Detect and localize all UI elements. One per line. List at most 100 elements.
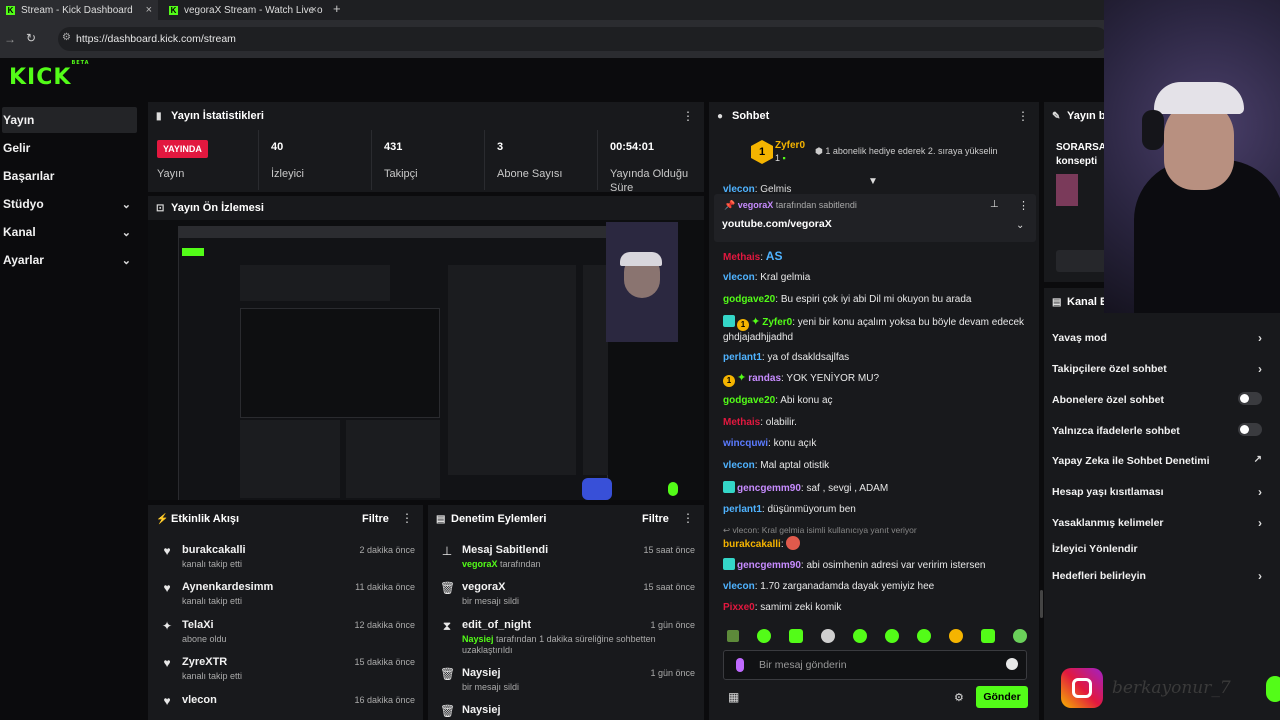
moderation-item[interactable]: 🗑 Naysiej <box>440 704 695 718</box>
chat-username[interactable]: godgave20 <box>723 294 775 305</box>
emote-icon[interactable] <box>789 629 803 643</box>
more-menu-icon[interactable]: ⋮ <box>1017 109 1029 123</box>
setting-emote-only[interactable]: Yalnızca ifadelerle sohbet <box>1052 423 1262 437</box>
chat-message[interactable]: gencgemm90: abi osimhenin adresi var ver… <box>723 558 1033 572</box>
setting-banned-words[interactable]: Yasaklanmış kelimeler › <box>1052 516 1262 530</box>
sidebar-item-basarilar[interactable]: Başarılar <box>2 163 137 189</box>
chat-username[interactable]: randas <box>748 373 781 384</box>
more-menu-icon[interactable]: ⋮ <box>401 511 413 525</box>
chat-username[interactable]: vlecon <box>723 581 755 592</box>
setting-raid[interactable]: İzleyici Yönlendir <box>1052 543 1262 555</box>
browser-tab-dashboard[interactable]: K Stream - Kick Dashboard × <box>0 0 158 20</box>
sidebar-item-ayarlar[interactable]: Ayarlar ⌄ <box>2 247 137 273</box>
sidebar-item-yayin[interactable]: Yayın <box>2 107 137 133</box>
sidebar-item-kanal[interactable]: Kanal ⌄ <box>2 219 137 245</box>
gift-icon[interactable]: ▦ <box>728 690 739 704</box>
browser-tab-stream[interactable]: K vegoraX Stream - Watch Live o × <box>163 0 323 20</box>
setting-slow-mode[interactable]: Yavaş mod › <box>1052 331 1262 345</box>
filter-button[interactable]: Filtre <box>362 513 389 525</box>
new-tab-button[interactable]: + <box>333 1 341 16</box>
top-gifter-name[interactable]: Zyfer0 <box>775 140 805 151</box>
gift-promo[interactable]: ⬢ 1 abonelik hediye ederek 2. sıraya yük… <box>815 146 997 157</box>
chat-message[interactable]: Methais: AS <box>723 250 1033 264</box>
more-menu-icon[interactable]: ⋮ <box>1018 199 1029 212</box>
chat-username[interactable]: gencgemm90 <box>737 560 801 571</box>
emote-icon[interactable] <box>1013 629 1027 643</box>
moderation-item[interactable]: ⊥ Mesaj Sabitlendi vegoraX tarafından 15… <box>440 544 695 572</box>
moderation-item[interactable]: 🗑 vegoraX bir mesajı sildi 15 saat önce <box>440 581 695 609</box>
reload-icon[interactable]: ↻ <box>26 31 36 45</box>
chat-username[interactable]: Methais <box>723 417 760 428</box>
chat-username[interactable]: wincquwi <box>723 438 768 449</box>
more-menu-icon[interactable]: ⋮ <box>682 511 694 525</box>
chat-message[interactable]: vlecon: Kral gelmia <box>723 271 1033 284</box>
chat-username[interactable]: Methais <box>723 252 760 263</box>
stream-preview-video[interactable] <box>148 220 704 500</box>
chat-message[interactable]: wincquwi: konu açık <box>723 437 1033 450</box>
chat-username[interactable]: perlant1 <box>723 504 762 515</box>
collapse-icon[interactable]: ▼ <box>868 176 878 187</box>
close-tab-icon[interactable]: × <box>146 4 152 16</box>
setting-follower-only[interactable]: Takipçilere özel sohbet › <box>1052 362 1262 376</box>
chat-username[interactable]: Pixxe0 <box>723 602 755 613</box>
emoji-icon[interactable] <box>1006 658 1018 670</box>
chat-message[interactable]: vlecon: 1.70 zarganadamda dayak yemiyiz … <box>723 580 1033 593</box>
emote-icon[interactable] <box>981 629 995 643</box>
chat-username[interactable]: godgave20 <box>723 395 775 406</box>
chat-message[interactable]: vlecon: Mal aptal otistik <box>723 459 1033 472</box>
chat-message[interactable]: godgave20: Bu espiri çok iyi abi Dil mi … <box>723 293 1033 306</box>
toggle-switch[interactable] <box>1238 423 1262 436</box>
activity-item[interactable]: ♥ vlecon 16 dakika önce <box>160 694 415 714</box>
emote-icon[interactable] <box>727 630 739 642</box>
pin-action-icon[interactable]: ⊥ <box>990 199 999 210</box>
back-icon[interactable]: → <box>4 32 16 46</box>
activity-item[interactable]: ✦ TelaXi abone oldu 12 dakika önce <box>160 619 415 647</box>
setting-goals[interactable]: Hedefleri belirleyin › <box>1052 569 1262 583</box>
pinned-message[interactable]: 📌 vegoraX tarafından sabitlendi youtube.… <box>714 194 1036 242</box>
chat-message[interactable]: perlant1: düşünmüyorum ben <box>723 503 1033 516</box>
chat-username[interactable]: perlant1 <box>723 352 762 363</box>
chat-message[interactable]: gencgemm90: saf , sevgi , ADAM <box>723 481 1033 495</box>
chat-username[interactable]: vlecon <box>723 460 755 471</box>
chat-message[interactable]: perlant1: ya of dsakldsajlfas <box>723 351 1033 364</box>
chat-username[interactable]: vlecon <box>723 184 755 192</box>
emote-icon[interactable] <box>917 629 931 643</box>
emote-icon[interactable] <box>757 629 771 643</box>
activity-item[interactable]: ♥ ZyreXTR kanalı takip etti 15 dakika ön… <box>160 656 415 684</box>
send-button[interactable]: Gönder <box>976 686 1028 708</box>
setting-account-age[interactable]: Hesap yaşı kısıtlaması › <box>1052 485 1262 499</box>
more-menu-icon[interactable]: ⋮ <box>682 109 694 123</box>
close-tab-icon[interactable]: × <box>311 4 317 16</box>
kick-logo[interactable]: KICKBETA <box>9 60 90 90</box>
emote-icon[interactable] <box>949 629 963 643</box>
chat-username[interactable]: burakcakalli <box>723 539 781 550</box>
site-settings-icon[interactable]: ⚙ <box>62 32 71 43</box>
url-bar[interactable]: ⚙ https://dashboard.kick.com/stream <box>58 27 1108 51</box>
moderation-item[interactable]: ⧗ edit_of_night Naysiej tarafından 1 dak… <box>440 619 695 659</box>
gear-icon[interactable]: ⚙ <box>954 691 964 704</box>
activity-item[interactable]: ♥ burakcakalli kanalı takip etti 2 dakik… <box>160 544 415 572</box>
chat-scrollbar[interactable] <box>1040 590 1043 618</box>
activity-item[interactable]: ♥ Aynenkardesimm kanalı takip etti 11 da… <box>160 581 415 609</box>
chat-message[interactable]: Methais: olabilir. <box>723 416 1033 429</box>
moderation-item[interactable]: 🗑 Naysiej bir mesajı sildi 1 gün önce <box>440 667 695 695</box>
emote-icon[interactable] <box>885 629 899 643</box>
chat-message[interactable]: godgave20: Abi konu aç <box>723 394 1033 407</box>
chat-input-box[interactable]: Bir mesaj gönderin <box>723 650 1027 680</box>
chat-username[interactable]: vlecon <box>723 272 755 283</box>
chevron-down-icon[interactable]: ⌄ <box>1016 220 1024 231</box>
filter-button[interactable]: Filtre <box>642 513 669 525</box>
chat-message[interactable]: Pixxe0: samimi zeki komik <box>723 601 1033 614</box>
chat-message[interactable]: burakcakalli: <box>723 536 1033 551</box>
emote-icon[interactable] <box>853 629 867 643</box>
chat-message[interactable]: 1 ✦ Zyfer0: yeni bir konu açalım yoksa bu … <box>723 315 1033 344</box>
chat-username[interactable]: gencgemm90 <box>737 483 801 494</box>
setting-ai-moderation[interactable]: Yapay Zeka ile Sohbet Denetimi ↗ <box>1052 454 1262 467</box>
chat-username[interactable]: Zyfer0 <box>762 317 792 328</box>
sidebar-item-studyo[interactable]: Stüdyo ⌄ <box>2 191 137 217</box>
toggle-switch[interactable] <box>1238 392 1262 405</box>
chat-message[interactable]: 1 ✦ randas: YOK YENİYOR MU? <box>723 372 1033 387</box>
setting-subscriber-only[interactable]: Abonelere özel sohbet <box>1052 392 1262 406</box>
sidebar-item-gelir[interactable]: Gelir <box>2 135 137 161</box>
emote-icon[interactable] <box>821 629 835 643</box>
